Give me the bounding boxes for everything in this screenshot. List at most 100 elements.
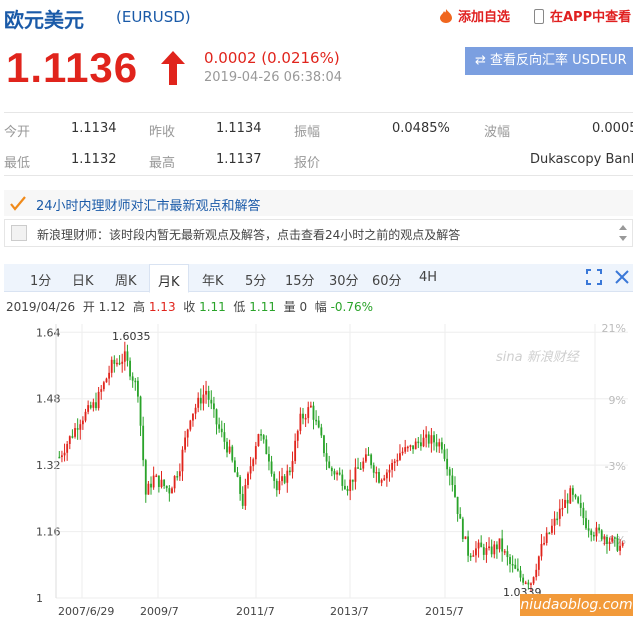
stat-value: 0.0485%: [392, 121, 450, 136]
pair-code: (EURUSD): [116, 8, 191, 26]
candle-body: [129, 360, 131, 377]
candle-body: [378, 472, 380, 483]
tab-1min[interactable]: 1分: [30, 270, 51, 289]
candle-body: [304, 417, 307, 420]
y-tick-label: 1.16: [36, 526, 61, 539]
stat-label: 今开: [4, 125, 31, 140]
candle-body: [74, 428, 76, 437]
candle-body: [532, 577, 535, 584]
x-tick-label: 2011/7: [236, 605, 275, 618]
stat-value: 1.1134: [71, 121, 117, 136]
candle-body: [545, 532, 548, 543]
candle-body: [110, 359, 113, 373]
candle-body: [218, 424, 221, 429]
candle-body: [548, 532, 551, 535]
candle-body: [312, 405, 315, 420]
candle-body: [121, 361, 124, 364]
tab-30min[interactable]: 30分: [329, 270, 359, 289]
candle-body: [388, 469, 391, 473]
ohlc-amplitude-label: 幅: [314, 300, 327, 314]
stat-value: 0.0005: [592, 121, 633, 136]
candle-body: [249, 466, 252, 474]
candle-body: [461, 518, 464, 539]
candle-body: [152, 475, 155, 488]
candle-body: [611, 537, 614, 542]
tab-daily[interactable]: 日K: [72, 270, 94, 289]
candle-body: [420, 442, 422, 447]
candle-body: [325, 453, 328, 462]
y-tick-label: 1: [36, 592, 43, 605]
candle-body: [540, 543, 543, 557]
candle-body: [364, 454, 367, 462]
candle-body: [150, 483, 152, 488]
candle-body: [181, 449, 184, 472]
candle-body: [619, 545, 621, 551]
candle-body: [370, 454, 373, 466]
candle-body: [205, 390, 207, 395]
y-tick-label: 1.64: [36, 326, 61, 339]
candle-body: [113, 359, 116, 364]
candle-body: [406, 446, 409, 449]
candle-body: [257, 434, 260, 447]
x-tick-label: 2007/6/29: [58, 605, 114, 618]
expert-message[interactable]: 新浪理财师：该时段内暂无最新观点及解答，点击查看24小时之前的观点及解答: [4, 219, 633, 247]
tab-monthly[interactable]: 月K: [149, 264, 189, 293]
candle-body: [598, 527, 601, 531]
candle-body: [155, 475, 158, 478]
candle-body: [383, 478, 386, 480]
tab-weekly[interactable]: 周K: [115, 270, 137, 289]
candle-body: [553, 518, 556, 526]
candle-body: [467, 536, 470, 556]
candle-body: [220, 428, 223, 433]
candle-body: [475, 548, 477, 556]
tab-4h[interactable]: 4H: [419, 270, 437, 285]
candle-body: [608, 541, 611, 544]
x-tick-label: 2013/7: [330, 605, 369, 618]
candle-body: [323, 435, 325, 454]
candle-body: [66, 443, 69, 453]
candle-body: [592, 534, 595, 537]
candle-body: [404, 447, 407, 452]
candle-body: [346, 488, 349, 492]
candle-body: [81, 420, 84, 425]
arrow-up-icon: [161, 51, 185, 85]
candle-body: [451, 475, 454, 485]
ohlc-amplitude: -0.76%: [330, 300, 374, 314]
candle-body: [226, 441, 228, 453]
candle-body: [178, 471, 181, 477]
tab-5min[interactable]: 5分: [245, 270, 266, 289]
candle-body: [286, 470, 289, 483]
candle-body: [61, 455, 63, 457]
scroll-arrows-icon[interactable]: [617, 223, 629, 243]
checkmark-icon: [10, 196, 26, 211]
candle-body: [574, 494, 577, 498]
open-in-app-button[interactable]: 在APP中查看: [534, 6, 631, 25]
fullscreen-icon[interactable]: [586, 269, 602, 285]
close-icon[interactable]: [614, 269, 630, 285]
candle-body: [530, 583, 532, 585]
add-favorite-button[interactable]: 添加自选: [438, 6, 510, 25]
tab-60min[interactable]: 60分: [372, 270, 402, 289]
candle-body: [380, 479, 383, 483]
candle-body: [524, 582, 527, 585]
tab-15min[interactable]: 15分: [285, 270, 315, 289]
candle-body: [469, 555, 472, 558]
candle-body: [514, 564, 517, 569]
tab-yearly[interactable]: 年K: [202, 270, 224, 289]
expert-header[interactable]: 24小时内理财师对汇市最新观点和解答: [4, 190, 633, 216]
ohlc-date: 2019/04/26: [6, 300, 76, 314]
ohlc-high: 1.13: [148, 300, 176, 314]
candle-body: [571, 488, 574, 495]
candle-body: [433, 435, 435, 443]
candle-body: [543, 542, 545, 545]
candle-body: [495, 544, 498, 550]
max-price-label: 1.6035: [112, 330, 151, 343]
candle-body: [440, 442, 443, 450]
candle-body: [351, 479, 354, 482]
fire-icon: [440, 9, 452, 23]
reverse-rate-button[interactable]: ⇄ 查看反向汇率 USDEUR: [465, 47, 633, 75]
candle-body: [472, 555, 475, 557]
swap-icon: ⇄: [475, 53, 491, 68]
open-in-app-label: 在APP中查看: [550, 10, 632, 25]
candle-body: [144, 460, 147, 495]
